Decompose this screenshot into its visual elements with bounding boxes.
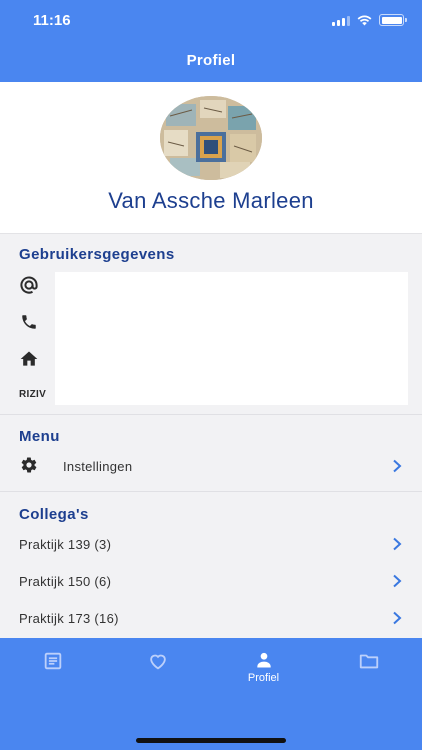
home-bar-area: [0, 718, 422, 750]
chevron-right-icon: [393, 611, 402, 625]
page-title: Profiel: [186, 52, 236, 69]
avatar[interactable]: [160, 96, 262, 180]
colleagues-title: Collega's: [19, 506, 89, 523]
colleague-label: Praktijk 173 (16): [19, 611, 119, 626]
battery-icon: [379, 14, 407, 26]
home-indicator[interactable]: [136, 738, 286, 743]
colleague-row-praktijk-150[interactable]: Praktijk 150 (6): [0, 565, 422, 597]
list-icon: [44, 652, 61, 670]
tab-profiel-label: Profiel: [247, 672, 280, 684]
phone-icon: [19, 312, 39, 332]
colleague-row-praktijk-139[interactable]: Praktijk 139 (3): [0, 528, 422, 560]
tab-favorites[interactable]: [105, 638, 210, 698]
divider: [0, 414, 422, 415]
wifi-icon: [357, 15, 372, 25]
chevron-right-icon: [393, 537, 402, 551]
user-details-panel: [55, 272, 408, 405]
menu-title: Menu: [19, 428, 60, 445]
header: 11:16 Profiel: [0, 0, 422, 82]
gear-icon: [19, 455, 39, 475]
heart-icon: [149, 654, 166, 670]
cellular-signal-icon: [332, 15, 350, 26]
divider: [0, 491, 422, 492]
tab-bar: Profiel: [0, 638, 422, 718]
chevron-right-icon: [393, 574, 402, 588]
status-time: 11:16: [33, 12, 71, 29]
tab-profiel[interactable]: Profiel: [211, 638, 316, 698]
user-details-title: Gebruikersgegevens: [19, 246, 175, 263]
home-icon: [19, 349, 39, 369]
profile-name: Van Assche Marleen: [108, 188, 314, 213]
menu-item-instellingen[interactable]: Instellingen: [0, 450, 422, 482]
colleague-row-praktijk-173[interactable]: Praktijk 173 (16): [0, 602, 422, 634]
folder-icon: [359, 654, 378, 669]
at-icon: [19, 275, 39, 295]
profile-card: Van Assche Marleen: [0, 82, 422, 234]
menu-item-label: Instellingen: [63, 459, 133, 474]
riziv-label: RIZIV: [19, 389, 47, 400]
person-icon: [256, 652, 271, 668]
tab-documents[interactable]: [316, 638, 421, 698]
profile-screen: 11:16 Profiel Van Assche Marleen Gebruik…: [0, 0, 422, 750]
colleague-label: Praktijk 139 (3): [19, 537, 112, 552]
colleague-label: Praktijk 150 (6): [19, 574, 112, 589]
chevron-right-icon: [393, 459, 402, 473]
status-icons: [332, 14, 407, 26]
tab-list[interactable]: [0, 638, 105, 698]
